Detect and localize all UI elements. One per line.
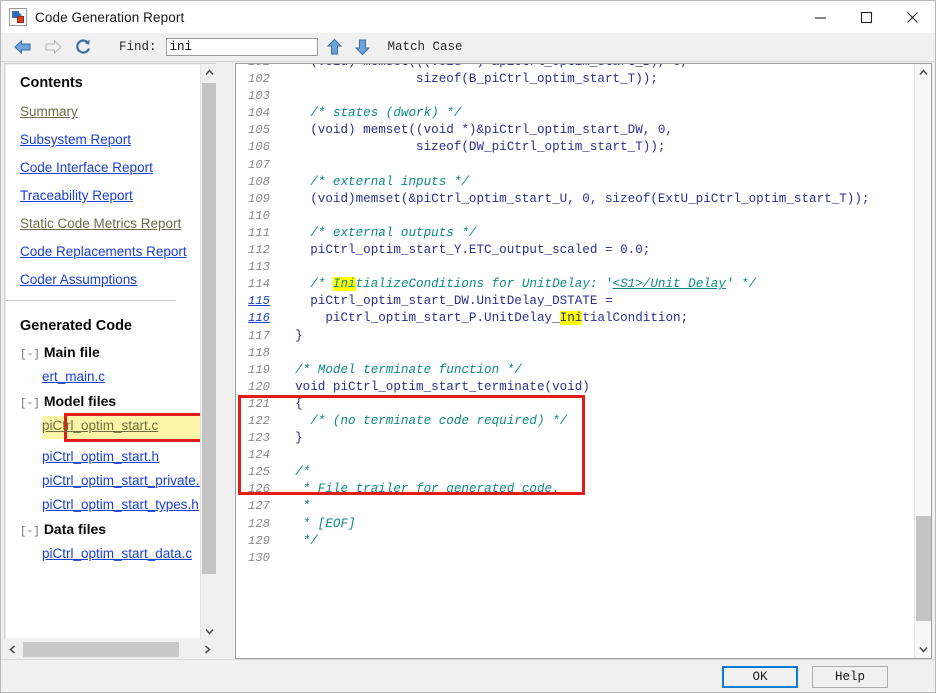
collapse-toggle-icon[interactable]: [-] xyxy=(20,398,40,410)
window-title: Code Generation Report xyxy=(35,9,185,25)
ok-button[interactable]: OK xyxy=(722,666,798,688)
sidebar-scroll-thumb[interactable] xyxy=(202,83,216,574)
generated-code-heading: Generated Code xyxy=(20,318,132,334)
dialog-footer: OK Help xyxy=(1,659,935,692)
scroll-up-icon[interactable] xyxy=(201,64,216,81)
code-viewer: 101 (void) memset(((void *) &piCtrl_opti… xyxy=(235,63,932,659)
collapse-toggle-icon[interactable]: [-] xyxy=(20,349,40,361)
minimize-icon[interactable] xyxy=(797,1,843,33)
tree-group-label: Model files xyxy=(43,393,117,409)
window-controls xyxy=(797,1,935,33)
sidebar-item-static-code-metrics-report[interactable]: Static Code Metrics Report xyxy=(20,216,215,231)
scroll-down-icon[interactable] xyxy=(201,623,216,639)
simulink-model-icon xyxy=(9,8,27,26)
sidebar-item-coder-assumptions[interactable]: Coder Assumptions xyxy=(20,272,215,287)
find-next-icon[interactable] xyxy=(352,35,374,59)
sidebar-horizontal-scrollbar[interactable] xyxy=(4,641,216,658)
scroll-right-icon[interactable] xyxy=(199,641,216,658)
find-previous-icon[interactable] xyxy=(324,35,346,59)
sidebar-item-traceability-report[interactable]: Traceability Report xyxy=(20,188,215,203)
code-scroll-thumb[interactable] xyxy=(916,516,931,621)
tree-group-label: Data files xyxy=(43,521,107,537)
sidebar-hscroll-thumb[interactable] xyxy=(23,642,179,657)
sidebar-content: Contents Summary Subsystem Report Code I… xyxy=(6,65,215,638)
file-link-pictrl-optim-start-h[interactable]: piCtrl_optim_start.h xyxy=(42,449,215,464)
back-arrow-icon[interactable] xyxy=(11,35,35,59)
sidebar-item-code-interface-report[interactable]: Code Interface Report xyxy=(20,160,215,175)
tree-group-main-file[interactable]: [-] Main file xyxy=(20,344,215,361)
file-link-ert-main-c[interactable]: ert_main.c xyxy=(42,369,215,384)
sidebar-divider xyxy=(6,300,176,301)
file-link-pictrl-optim-start-private-h[interactable]: piCtrl_optim_start_private.h xyxy=(42,473,215,488)
contents-heading: Contents xyxy=(20,75,83,91)
tree-group-label: Main file xyxy=(43,344,100,360)
title-bar: Code Generation Report xyxy=(1,1,935,33)
close-icon[interactable] xyxy=(889,1,935,33)
code-generation-report-window: Code Generation Report Find: ini Match C… xyxy=(0,0,936,693)
tree-group-model-files[interactable]: [-] Model files xyxy=(20,393,215,410)
sidebar-vertical-scrollbar[interactable] xyxy=(200,64,216,639)
scroll-up-icon[interactable] xyxy=(915,64,931,81)
collapse-toggle-icon[interactable]: [-] xyxy=(20,526,40,538)
code-listing: 101 (void) memset(((void *) &piCtrl_opti… xyxy=(248,64,870,565)
file-link-pictrl-optim-start-c[interactable]: piCtrl_optim_start.c xyxy=(42,418,158,433)
refresh-icon[interactable] xyxy=(71,35,95,59)
sidebar-item-summary[interactable]: Summary xyxy=(20,104,215,119)
tree-group-data-files[interactable]: [-] Data files xyxy=(20,521,215,538)
find-label: Find: xyxy=(119,40,157,54)
sidebar-item-subsystem-report[interactable]: Subsystem Report xyxy=(20,132,215,147)
file-link-pictrl-optim-start-data-c[interactable]: piCtrl_optim_start_data.c xyxy=(42,546,215,561)
navigation-toolbar: Find: Match Case xyxy=(1,33,935,62)
code-scroll-area[interactable]: 101 (void) memset(((void *) &piCtrl_opti… xyxy=(236,64,914,658)
search-input[interactable] xyxy=(165,38,318,56)
help-button[interactable]: Help xyxy=(812,666,888,688)
selected-file-row: piCtrl_optim_start.c xyxy=(20,413,215,442)
sidebar-item-code-replacements-report[interactable]: Code Replacements Report xyxy=(20,244,215,259)
code-vertical-scrollbar[interactable] xyxy=(914,64,931,658)
forward-arrow-icon xyxy=(41,35,65,59)
scroll-down-icon[interactable] xyxy=(915,641,931,658)
file-link-pictrl-optim-start-types-h[interactable]: piCtrl_optim_start_types.h xyxy=(42,497,215,512)
scroll-left-icon[interactable] xyxy=(4,641,21,658)
maximize-icon[interactable] xyxy=(843,1,889,33)
sidebar: Contents Summary Subsystem Report Code I… xyxy=(4,63,232,659)
sidebar-scroll-region: Contents Summary Subsystem Report Code I… xyxy=(4,63,216,639)
match-case-label[interactable]: Match Case xyxy=(388,40,463,54)
